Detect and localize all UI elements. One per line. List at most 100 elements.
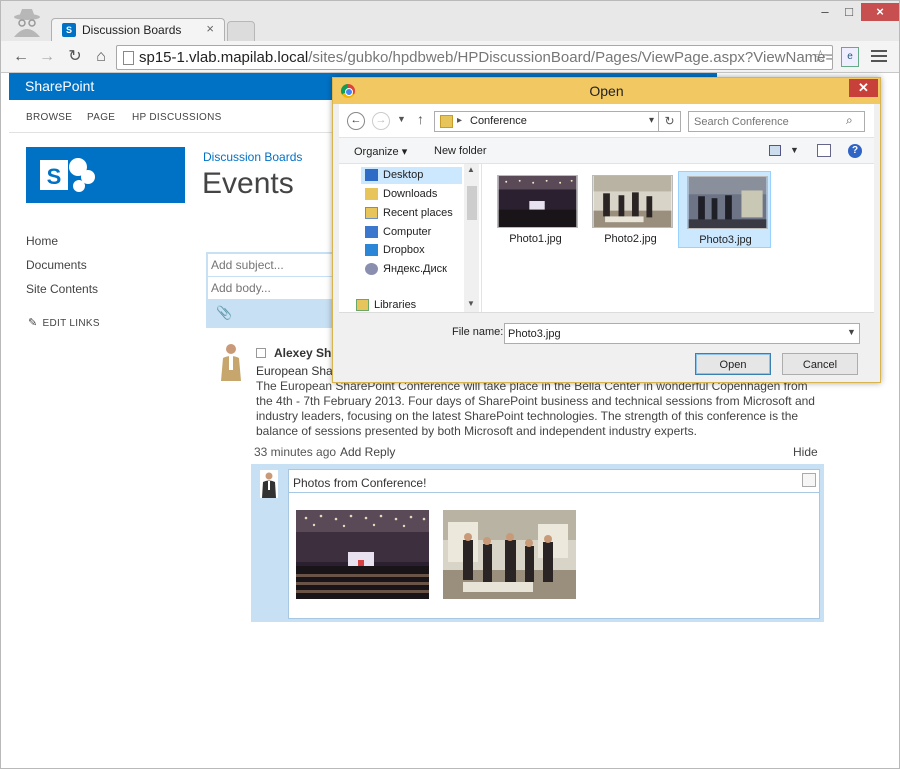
tree-item-downloads[interactable]: Downloads — [365, 186, 465, 203]
back-button[interactable]: ← — [9, 45, 33, 69]
file-list: Photo1.jpg Photo2.jpg Photo3.jpg — [483, 164, 874, 312]
refresh-button[interactable]: ↻ — [659, 111, 681, 132]
reply-subject[interactable]: Photos from Conference! — [289, 470, 819, 493]
new-folder-button[interactable]: New folder — [434, 145, 487, 157]
dialog-body: ← → ▼ ↑ ▸ Conference ▾ ↻ ⌕ Organize ▾ Ne… — [339, 104, 874, 376]
ribbon-tab-page[interactable]: PAGE — [87, 112, 115, 123]
tree-item-desktop[interactable]: Desktop — [361, 167, 462, 184]
tab-close-icon[interactable]: × — [206, 21, 214, 36]
ribbon-tab-browse[interactable]: BROWSE — [26, 112, 72, 123]
reload-button[interactable]: ↻ — [63, 45, 87, 69]
tree-item-label: Dropbox — [383, 244, 425, 256]
quick-launch-home[interactable]: Home — [26, 234, 58, 248]
view-dropdown-icon[interactable]: ▼ — [790, 145, 799, 155]
tree-item-libraries[interactable]: Libraries — [356, 297, 456, 312]
dialog-forward-button[interactable]: → — [372, 112, 390, 130]
edit-icon[interactable] — [802, 473, 816, 487]
quick-launch-documents[interactable]: Documents — [26, 258, 87, 272]
new-discussion-box: 📎 — [206, 252, 334, 328]
address-bar[interactable]: sp15-1.vlab.mapilab.local/sites/gubko/hp… — [116, 45, 833, 70]
close-window-button[interactable]: × — [861, 3, 899, 21]
recent-places-icon — [365, 207, 378, 219]
subject-input[interactable] — [208, 254, 334, 276]
organize-label: Organize — [354, 146, 399, 158]
change-view-icon[interactable] — [769, 145, 781, 156]
home-button[interactable]: ⌂ — [89, 45, 113, 69]
tab-title: Discussion Boards — [82, 23, 182, 37]
ribbon-tab-hp-discussions[interactable]: HP DISCUSSIONS — [132, 112, 222, 123]
edit-links-label: EDIT LINKS — [42, 318, 100, 329]
add-reply-link[interactable]: Add Reply — [340, 445, 395, 459]
post-subject: European Shar — [256, 364, 337, 378]
preview-pane-icon[interactable] — [817, 144, 831, 157]
bookmark-star-icon[interactable]: ☆ — [813, 47, 828, 67]
up-folder-icon[interactable]: ↑ — [417, 111, 424, 127]
post-author[interactable]: Alexey Shl — [274, 346, 335, 360]
new-tab-button[interactable] — [227, 21, 255, 41]
navigation-tree: Desktop Downloads Recent places Computer… — [339, 164, 482, 312]
dialog-search-input[interactable] — [688, 111, 865, 132]
scroll-up-icon[interactable]: ▲ — [467, 165, 475, 174]
url-text: sp15-1.vlab.mapilab.local/sites/gubko/hp… — [139, 49, 832, 66]
scroll-thumb[interactable] — [467, 186, 477, 220]
path-text[interactable]: Conference — [470, 115, 527, 127]
edit-links[interactable]: ✎ EDIT LINKS — [28, 316, 100, 329]
dialog-close-button[interactable]: ✕ — [849, 79, 878, 97]
yandex-disk-icon — [365, 263, 378, 275]
menu-icon[interactable] — [871, 47, 887, 65]
dialog-title: Open — [589, 83, 624, 99]
forward-button[interactable]: → — [35, 45, 59, 69]
reply-box: Photos from Conference! — [251, 464, 824, 622]
post-select-checkbox[interactable] — [256, 348, 266, 358]
extension-icon[interactable]: e — [841, 47, 859, 67]
browser-toolbar: ← → ↻ ⌂ sp15-1.vlab.mapilab.local/sites/… — [1, 41, 899, 73]
sharepoint-brand[interactable]: SharePoint — [25, 78, 94, 94]
help-icon[interactable]: ? — [848, 144, 862, 158]
tree-item-label: Libraries — [374, 299, 417, 311]
conference-hall-photo[interactable] — [296, 510, 429, 599]
tab-discussion-boards[interactable]: S Discussion Boards × — [51, 18, 225, 41]
author-avatar[interactable] — [219, 341, 243, 381]
folder-icon — [440, 115, 453, 128]
tree-item-recent-places[interactable]: Recent places — [365, 205, 465, 222]
breadcrumb-discussion-boards[interactable]: Discussion Boards — [203, 150, 302, 164]
tree-scrollbar[interactable]: ▲ ▼ — [464, 164, 479, 312]
minimize-button[interactable]: – — [813, 3, 837, 21]
maximize-button[interactable]: □ — [837, 3, 861, 21]
reply-editor[interactable]: Photos from Conference! — [288, 469, 820, 619]
tree-item-dropbox[interactable]: Dropbox — [365, 242, 465, 259]
quick-launch-site-contents[interactable]: Site Contents — [26, 282, 98, 296]
scroll-down-icon[interactable]: ▼ — [467, 299, 475, 308]
search-icon[interactable]: ⌕ — [846, 113, 853, 128]
svg-text:S: S — [47, 164, 62, 189]
desktop-icon — [365, 169, 378, 181]
file-item-photo1[interactable]: Photo1.jpg — [489, 171, 582, 248]
open-button[interactable]: Open — [695, 353, 771, 375]
dialog-nav-bar: ← → ▼ ↑ ▸ Conference ▾ ↻ ⌕ — [339, 104, 874, 137]
downloads-icon — [365, 188, 378, 200]
path-dropdown-icon[interactable]: ▾ — [649, 115, 654, 126]
path-bar[interactable]: ▸ Conference ▾ — [434, 111, 659, 132]
conference-booth-photo[interactable] — [443, 510, 576, 599]
file-item-photo2[interactable]: Photo2.jpg — [584, 171, 677, 248]
dialog-back-button[interactable]: ← — [347, 112, 365, 130]
url-host: sp15-1.vlab.mapilab.local — [139, 49, 309, 66]
site-logo[interactable]: S — [26, 147, 185, 203]
organize-menu[interactable]: Organize ▾ — [354, 145, 407, 158]
file-name: Photo3.jpg — [699, 234, 752, 246]
file-name: Photo1.jpg — [509, 233, 562, 245]
hide-link[interactable]: Hide — [793, 445, 818, 459]
post-body: The European SharePoint Conference will … — [256, 379, 815, 438]
file-name-dropdown-icon[interactable]: ▼ — [847, 327, 856, 337]
body-input[interactable] — [208, 277, 334, 299]
tree-item-label: Computer — [383, 226, 432, 238]
open-file-dialog: Open ✕ ← → ▼ ↑ ▸ Conference ▾ ↻ ⌕ Organ — [332, 77, 881, 383]
recent-locations-chevron-icon[interactable]: ▼ — [397, 114, 406, 124]
file-name-input[interactable] — [504, 323, 860, 344]
tree-item-computer[interactable]: Computer — [365, 224, 465, 241]
file-item-photo3[interactable]: Photo3.jpg — [678, 171, 771, 248]
paperclip-icon[interactable]: 📎 — [216, 305, 232, 321]
dialog-command-bar: Organize ▾ New folder ▼ ? — [339, 137, 874, 164]
tree-item-yandex-disk[interactable]: Яндекс.Диск — [365, 261, 465, 278]
cancel-button[interactable]: Cancel — [782, 353, 858, 375]
